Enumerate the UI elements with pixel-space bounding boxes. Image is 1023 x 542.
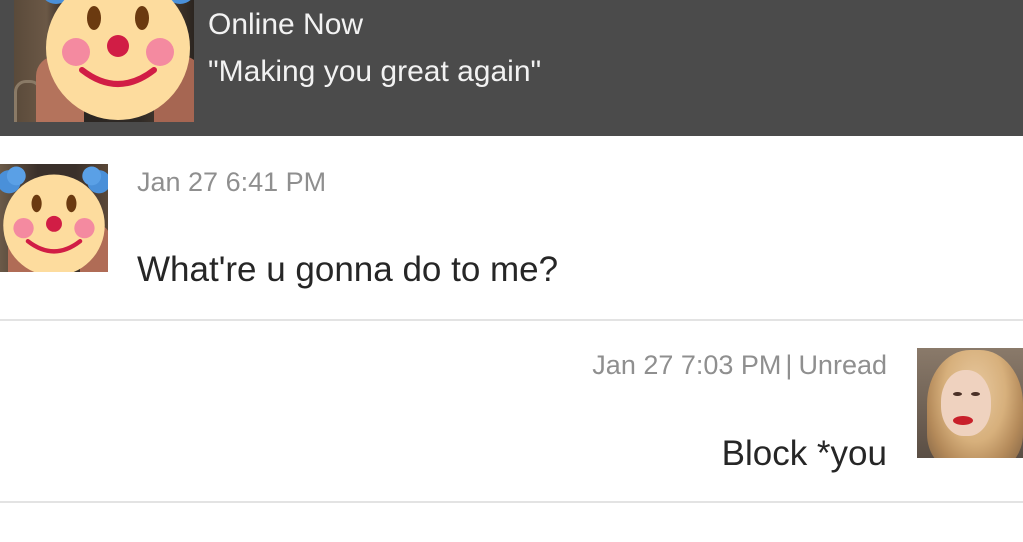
clown-face-icon [0,166,108,272]
message-divider [0,501,1023,503]
message-timestamp: Jan 27 6:41 PM [137,167,327,197]
profile-header[interactable]: Online Now "Making you great again" [0,0,1023,136]
message-received[interactable]: Jan 27 6:41 PM What're u gonna do to me? [0,136,1023,319]
meta-separator: | [785,350,793,380]
user-avatar[interactable] [917,348,1023,458]
conversation-screen: Online Now "Making you great again" Jan … [0,0,1023,542]
message-meta: Jan 27 7:03 PM | Unread [592,349,887,381]
message-text: Block *you [721,434,887,473]
online-status: Online Now [208,8,364,41]
clown-face-icon [45,0,191,120]
message-text: What're u gonna do to me? [137,250,559,289]
message-timestamp: Jan 27 7:03 PM [592,350,782,380]
message-sent[interactable]: Jan 27 7:03 PM | Unread Block *you [0,321,1023,503]
sender-avatar[interactable] [0,164,108,272]
profile-avatar[interactable] [14,0,194,122]
read-status: Unread [798,350,887,380]
profile-tagline: "Making you great again" [208,55,542,88]
